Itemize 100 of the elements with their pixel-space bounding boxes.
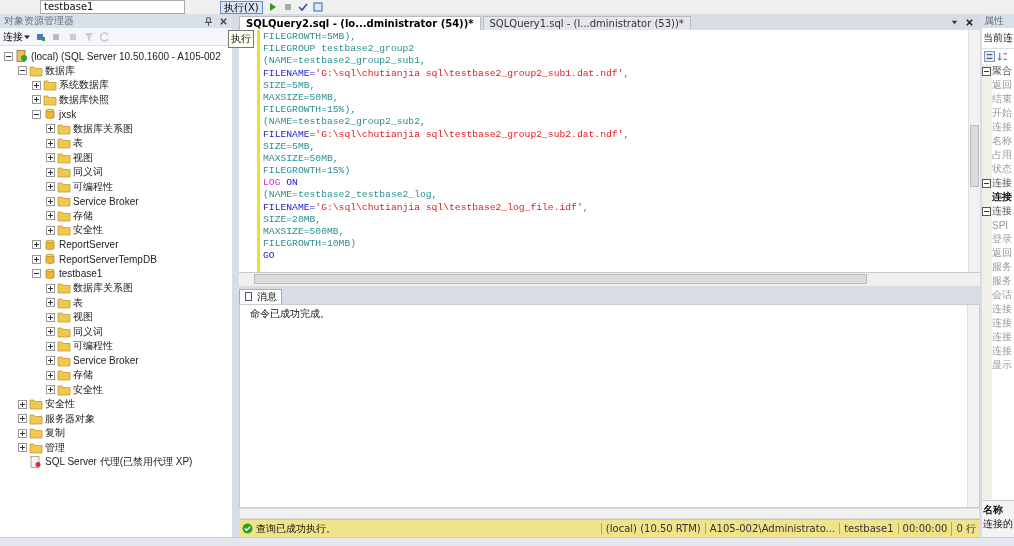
tree-item[interactable]: 数据库关系图 [73, 121, 133, 136]
tree-item[interactable]: 数据库关系图 [73, 281, 133, 296]
tree-item[interactable]: 数据库 [45, 63, 75, 78]
property-category[interactable]: 连接 [992, 204, 1012, 218]
check-icon[interactable] [297, 2, 308, 12]
tree-item[interactable]: 服务器对象 [45, 411, 95, 426]
document-tab[interactable]: SQLQuery2.sql - (lo...dministrator (54))* [239, 16, 481, 30]
connect-button[interactable]: 连接 [3, 29, 23, 44]
tree-item[interactable]: ReportServer [59, 239, 119, 251]
tree-item[interactable]: jxsk [59, 108, 77, 120]
tree-item[interactable]: 可编程性 [73, 339, 113, 354]
tree-item[interactable]: 视图 [73, 150, 93, 165]
tree-item[interactable]: 管理 [45, 440, 65, 455]
code-line: (NAME=testbase2_group2_sub1, [263, 55, 426, 68]
tree-item[interactable]: 安全性 [73, 382, 103, 397]
expand-toggle[interactable] [46, 138, 55, 148]
tree-item[interactable]: Service Broker [73, 355, 139, 367]
expand-toggle[interactable] [46, 298, 55, 308]
property-name[interactable]: 连接 [982, 190, 1012, 204]
horizontal-scrollbar[interactable] [239, 508, 980, 519]
expand-toggle[interactable] [46, 182, 55, 192]
expand-toggle[interactable] [32, 240, 41, 250]
vertical-scrollbar[interactable] [967, 305, 979, 507]
tree-item[interactable]: 可编程性 [73, 179, 113, 194]
collapse-toggle[interactable] [982, 66, 991, 76]
folder-icon [57, 122, 71, 135]
expand-toggle[interactable] [46, 312, 55, 322]
grid-icon[interactable] [312, 2, 323, 12]
collapse-toggle[interactable] [982, 206, 991, 216]
status-message: 查询已成功执行。 [256, 521, 337, 536]
server-icon [15, 50, 29, 63]
code-line: FILEGROWTH=15%), [263, 104, 356, 117]
tree-item[interactable]: 复制 [45, 426, 65, 441]
expand-toggle[interactable] [46, 341, 55, 351]
caret-icon[interactable] [24, 33, 30, 40]
expand-toggle[interactable] [18, 443, 27, 453]
folder-icon [57, 224, 71, 237]
expand-toggle[interactable] [46, 167, 55, 177]
database-info: testbase1 [839, 523, 898, 534]
tree-item[interactable]: 数据库快照 [59, 92, 109, 107]
expand-toggle[interactable] [46, 124, 55, 134]
close-icon[interactable] [965, 17, 974, 27]
vertical-scrollbar[interactable] [968, 30, 980, 272]
tree-item[interactable]: 安全性 [73, 223, 103, 238]
expand-toggle[interactable] [46, 283, 55, 293]
expand-toggle[interactable] [32, 80, 41, 90]
expand-toggle[interactable] [46, 356, 55, 366]
code-line: FILEGROUP testbase2_group2 [263, 43, 415, 56]
debug-icon[interactable] [267, 2, 278, 12]
expand-toggle[interactable] [32, 95, 41, 105]
expand-toggle[interactable] [18, 428, 27, 438]
folder-icon [57, 209, 71, 222]
collapse-toggle[interactable] [982, 178, 991, 188]
tree-item[interactable]: Service Broker [73, 195, 139, 207]
tree-item[interactable]: 表 [73, 136, 83, 151]
description-text: 连接的 [983, 517, 1013, 531]
property-category[interactable]: 连接 [992, 176, 1012, 190]
code-line: SIZE=5MB, [263, 140, 316, 153]
document-icon [244, 292, 254, 302]
expand-toggle[interactable] [46, 385, 55, 395]
tree-item[interactable]: 安全性 [45, 397, 75, 412]
tree-item[interactable]: testbase1 [59, 268, 103, 280]
tree-item[interactable]: 系统数据库 [59, 78, 109, 93]
pin-icon[interactable] [204, 16, 213, 26]
tree-item[interactable]: SQL Server 代理(已禁用代理 XP) [45, 455, 193, 470]
tree-item[interactable]: 同义词 [73, 165, 103, 180]
expand-toggle[interactable] [18, 66, 27, 76]
categorized-icon[interactable] [984, 51, 995, 62]
tree-item[interactable]: (local) (SQL Server 10.50.1600 - A105-002 [31, 50, 221, 62]
expand-toggle[interactable] [46, 370, 55, 380]
tree-item[interactable]: ReportServerTempDB [59, 253, 157, 265]
database-dropdown[interactable]: testbase1 [40, 0, 185, 14]
tree-item[interactable]: 存储 [73, 368, 93, 383]
messages-tab[interactable]: 消息 [239, 289, 282, 304]
expand-toggle[interactable] [46, 327, 55, 337]
tree-item[interactable]: 同义词 [73, 324, 103, 339]
expand-toggle[interactable] [18, 399, 27, 409]
expand-toggle[interactable] [32, 269, 41, 279]
close-icon[interactable] [219, 16, 228, 26]
expand-toggle[interactable] [18, 414, 27, 424]
expand-toggle[interactable] [46, 196, 55, 206]
connect-icon[interactable] [36, 31, 46, 42]
tree-item[interactable]: 视图 [73, 310, 93, 325]
folder-icon [57, 166, 71, 179]
code-line: MAXSIZE=500MB, [263, 226, 345, 239]
expand-toggle[interactable] [32, 109, 41, 119]
execute-button[interactable]: 执行(X) [220, 0, 263, 14]
tree-item[interactable]: 表 [73, 295, 83, 310]
sort-icon[interactable] [997, 51, 1008, 62]
property-category[interactable]: 聚合 [992, 64, 1012, 78]
expand-toggle[interactable] [4, 51, 13, 61]
expand-toggle[interactable] [32, 254, 41, 264]
code-line: MAXSIZE=50MB, [263, 91, 339, 105]
tree-item[interactable]: 存储 [73, 208, 93, 223]
horizontal-scrollbar[interactable] [239, 272, 980, 286]
folder-icon [29, 441, 43, 454]
expand-toggle[interactable] [46, 211, 55, 221]
expand-toggle[interactable] [46, 225, 55, 235]
expand-toggle[interactable] [46, 153, 55, 163]
document-tab[interactable]: SQLQuery1.sql - (l...dministrator (53))* [482, 16, 691, 30]
